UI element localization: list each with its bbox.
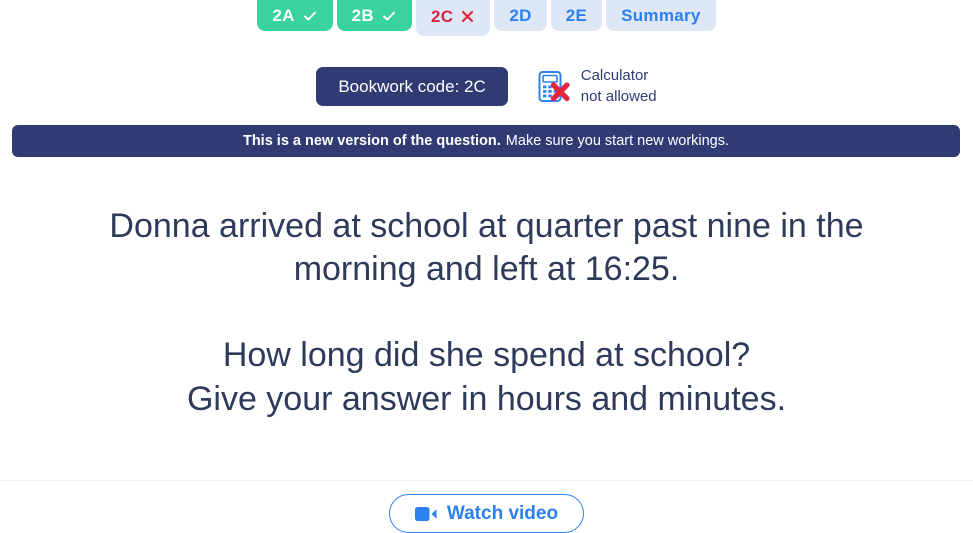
new-version-banner-rest: Make sure you start new workings. <box>505 133 730 149</box>
question-meta-row: Bookwork code: 2C Calculator not allowed <box>0 66 973 107</box>
tab-2a-label: 2A <box>272 6 295 25</box>
bookwork-code-button[interactable]: Bookwork code: 2C <box>316 67 508 107</box>
question-text: Donna arrived at school at quarter past … <box>0 205 973 421</box>
new-version-banner-lead: This is a new version of the question. <box>242 133 501 149</box>
footer-divider <box>0 480 973 481</box>
chapter-tab-strip: 2A 2B 2C 2D 2E Summary <box>0 0 973 36</box>
tab-2b[interactable]: 2B <box>336 0 412 31</box>
watch-video-label: Watch video <box>446 503 559 524</box>
tab-summary[interactable]: Summary <box>606 0 716 31</box>
calculator-not-allowed-icon <box>534 68 572 106</box>
footer-bar: Watch video <box>0 494 973 533</box>
tab-2e[interactable]: 2E <box>550 0 603 31</box>
tab-2c[interactable]: 2C <box>416 0 491 36</box>
tab-2a[interactable]: 2A <box>257 0 333 31</box>
video-camera-icon <box>414 506 437 522</box>
calculator-status-line1: Calculator <box>580 67 649 84</box>
question-line-2: morning and left at 16:25. <box>293 250 680 289</box>
tab-2e-label: 2E <box>565 6 588 25</box>
calculator-status-line2: not allowed <box>580 87 657 105</box>
question-line-3: How long did she spend at school? <box>222 336 751 375</box>
watch-video-button[interactable]: Watch video <box>388 494 585 533</box>
calculator-status: Calculator not allowed <box>534 66 657 107</box>
tab-2b-label: 2B <box>351 6 374 25</box>
calculator-status-text: Calculator not allowed <box>581 66 657 107</box>
new-version-banner: This is a new version of the question. M… <box>12 125 960 157</box>
tab-2d-label: 2D <box>509 6 532 25</box>
tab-summary-label: Summary <box>621 6 701 25</box>
question-spacer <box>40 291 933 334</box>
check-icon <box>381 8 397 24</box>
tab-2d[interactable]: 2D <box>494 0 547 31</box>
check-icon <box>302 8 318 24</box>
cross-icon <box>460 9 475 24</box>
tab-2c-label: 2C <box>431 6 454 26</box>
question-line-1: Donna arrived at school at quarter past … <box>109 207 864 245</box>
question-line-4: Give your answer in hours and minutes. <box>186 379 787 418</box>
